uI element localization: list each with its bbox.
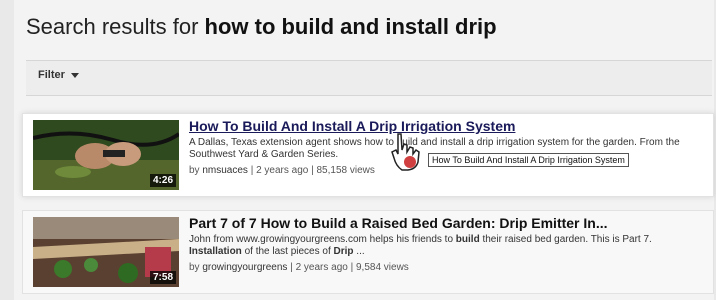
- search-results-page: Search results for how to build and inst…: [14, 0, 714, 300]
- heading-prefix: Search results for: [26, 14, 205, 39]
- result-info: How To Build And Install A Drip Irrigati…: [189, 118, 705, 176]
- channel-link[interactable]: growingyourgreens: [202, 262, 287, 273]
- video-duration: 7:58: [149, 271, 176, 284]
- search-query: how to build and install drip: [204, 14, 497, 39]
- view-count: 9,584 views: [355, 262, 409, 273]
- result-info: Part 7 of 7 How to Build a Raised Bed Ga…: [189, 215, 705, 273]
- channel-link[interactable]: nmsuaces: [202, 165, 248, 176]
- view-count: 85,158 views: [316, 165, 375, 176]
- video-title-link[interactable]: How To Build And Install A Drip Irrigati…: [189, 118, 705, 134]
- video-duration: 4:26: [149, 174, 176, 187]
- filter-button[interactable]: Filter: [38, 69, 79, 81]
- chevron-down-icon: [70, 72, 79, 78]
- video-thumbnail[interactable]: 4:26: [33, 120, 179, 190]
- hand-cursor-icon: [391, 133, 420, 171]
- video-description: John from www.growingyourgreens.com help…: [189, 234, 652, 257]
- video-age: 2 years ago: [295, 262, 348, 273]
- video-age: 2 years ago: [256, 165, 309, 176]
- filter-label: Filter: [38, 69, 65, 81]
- video-thumbnail[interactable]: 7:58: [33, 217, 179, 287]
- video-title-link[interactable]: Part 7 of 7 How to Build a Raised Bed Ga…: [189, 215, 705, 231]
- page-title: Search results for how to build and inst…: [26, 14, 497, 40]
- video-meta: by growingyourgreens | 2 years ago | 9,5…: [189, 262, 409, 273]
- result-item[interactable]: 7:58 Part 7 of 7 How to Build a Raised B…: [22, 210, 714, 294]
- filter-bar: Filter: [26, 60, 712, 96]
- title-tooltip: How To Build And Install A Drip Irrigati…: [428, 153, 629, 167]
